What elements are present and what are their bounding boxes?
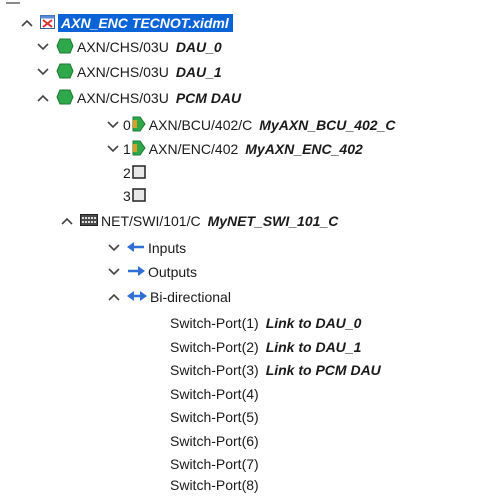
port-label: Switch-Port(8) bbox=[170, 477, 259, 493]
arrow-right-icon bbox=[127, 264, 145, 280]
chevron-down-icon[interactable] bbox=[107, 241, 121, 255]
tree-item-slot-3[interactable]: 3 bbox=[123, 185, 146, 207]
root-file-label[interactable]: AXN_ENC TECNOT.xidml bbox=[58, 14, 233, 32]
chevron-down-icon[interactable] bbox=[106, 142, 120, 156]
tree-item-port[interactable]: Switch-Port(6) bbox=[170, 430, 259, 452]
slot-name: MyAXN_BCU_402_C bbox=[259, 117, 396, 133]
slot-index: 1 bbox=[123, 141, 131, 157]
port-link: Link to DAU_1 bbox=[265, 339, 362, 355]
slot-name: MyAXN_ENC_402 bbox=[245, 141, 363, 157]
chassis-type: AXN/CHS/03U bbox=[77, 90, 169, 106]
tree-top-border bbox=[6, 2, 20, 4]
port-link: Link to PCM DAU bbox=[265, 362, 381, 378]
xidml-file-icon bbox=[40, 14, 56, 33]
tree-item-slot-1[interactable]: 1 AXN/ENC/402 MyAXN_ENC_402 bbox=[106, 138, 363, 160]
tree-item-chassis-dau0[interactable]: AXN/CHS/03U DAU_0 bbox=[36, 36, 222, 58]
tree-item-port[interactable]: Switch-Port(4) bbox=[170, 383, 259, 405]
chassis-green-icon bbox=[56, 63, 74, 82]
tree-item-inputs[interactable]: Inputs bbox=[107, 237, 186, 259]
group-label: Outputs bbox=[148, 264, 198, 280]
tree-item-chassis-pcm-dau[interactable]: AXN/CHS/03U PCM DAU bbox=[36, 87, 241, 109]
chassis-type: AXN/CHS/03U bbox=[77, 64, 169, 80]
chevron-up-icon[interactable] bbox=[60, 214, 74, 228]
switch-type: NET/SWI/101/C bbox=[101, 213, 201, 229]
slot-index: 2 bbox=[123, 165, 131, 181]
chevron-down-icon[interactable] bbox=[36, 40, 50, 54]
chevron-up-icon[interactable] bbox=[36, 91, 50, 105]
chevron-down-icon[interactable] bbox=[107, 265, 121, 279]
tree-item-port[interactable]: Switch-Port(8) bbox=[170, 474, 259, 496]
module-card-icon bbox=[132, 140, 146, 159]
slot-type: AXN/BCU/402/C bbox=[148, 117, 253, 133]
chassis-name: DAU_0 bbox=[175, 39, 222, 55]
module-card-icon bbox=[132, 116, 146, 135]
tree-item-bidirectional[interactable]: Bi-directional bbox=[107, 286, 231, 308]
tree-root-row[interactable]: AXN_ENC TECNOT.xidml bbox=[20, 12, 233, 34]
arrow-left-icon bbox=[127, 240, 145, 256]
empty-slot-icon bbox=[132, 187, 146, 205]
port-label: Switch-Port(4) bbox=[170, 386, 259, 402]
switch-name: MyNET_SWI_101_C bbox=[207, 213, 339, 229]
tree-item-switch[interactable]: NET/SWI/101/C MyNET_SWI_101_C bbox=[60, 210, 338, 232]
chassis-name: PCM DAU bbox=[175, 90, 242, 106]
port-label: Switch-Port(3) bbox=[170, 362, 259, 378]
port-label: Switch-Port(7) bbox=[170, 456, 259, 472]
tree-item-chassis-dau1[interactable]: AXN/CHS/03U DAU_1 bbox=[36, 61, 222, 83]
tree-item-port[interactable]: Switch-Port(3) Link to PCM DAU bbox=[170, 359, 381, 381]
tree-item-outputs[interactable]: Outputs bbox=[107, 261, 197, 283]
slot-type: AXN/ENC/402 bbox=[148, 141, 239, 157]
port-label: Switch-Port(2) bbox=[170, 339, 259, 355]
chevron-down-icon[interactable] bbox=[106, 118, 120, 132]
chassis-green-icon bbox=[56, 89, 74, 108]
group-label: Inputs bbox=[148, 240, 187, 256]
tree-item-slot-2[interactable]: 2 bbox=[123, 162, 146, 184]
port-label: Switch-Port(6) bbox=[170, 433, 259, 449]
network-switch-icon bbox=[80, 213, 98, 230]
chassis-type: AXN/CHS/03U bbox=[77, 39, 169, 55]
slot-index: 3 bbox=[123, 188, 131, 204]
group-label: Bi-directional bbox=[150, 289, 231, 305]
tree-item-port[interactable]: Switch-Port(7) bbox=[170, 453, 259, 475]
slot-index: 0 bbox=[123, 117, 131, 133]
port-label: Switch-Port(1) bbox=[170, 315, 259, 331]
empty-slot-icon bbox=[132, 164, 146, 182]
tree-item-port[interactable]: Switch-Port(1) Link to DAU_0 bbox=[170, 312, 361, 334]
chevron-up-icon[interactable] bbox=[20, 16, 34, 30]
arrow-bidirectional-icon bbox=[127, 289, 147, 305]
chassis-name: DAU_1 bbox=[175, 64, 222, 80]
port-link: Link to DAU_0 bbox=[265, 315, 362, 331]
tree-item-port[interactable]: Switch-Port(2) Link to DAU_1 bbox=[170, 336, 361, 358]
port-label: Switch-Port(5) bbox=[170, 409, 259, 425]
chevron-up-icon[interactable] bbox=[107, 290, 121, 304]
tree-item-port[interactable]: Switch-Port(5) bbox=[170, 406, 259, 428]
tree-item-slot-0[interactable]: 0 AXN/BCU/402/C MyAXN_BCU_402_C bbox=[106, 114, 395, 136]
chevron-down-icon[interactable] bbox=[36, 65, 50, 79]
chassis-green-icon bbox=[56, 38, 74, 57]
